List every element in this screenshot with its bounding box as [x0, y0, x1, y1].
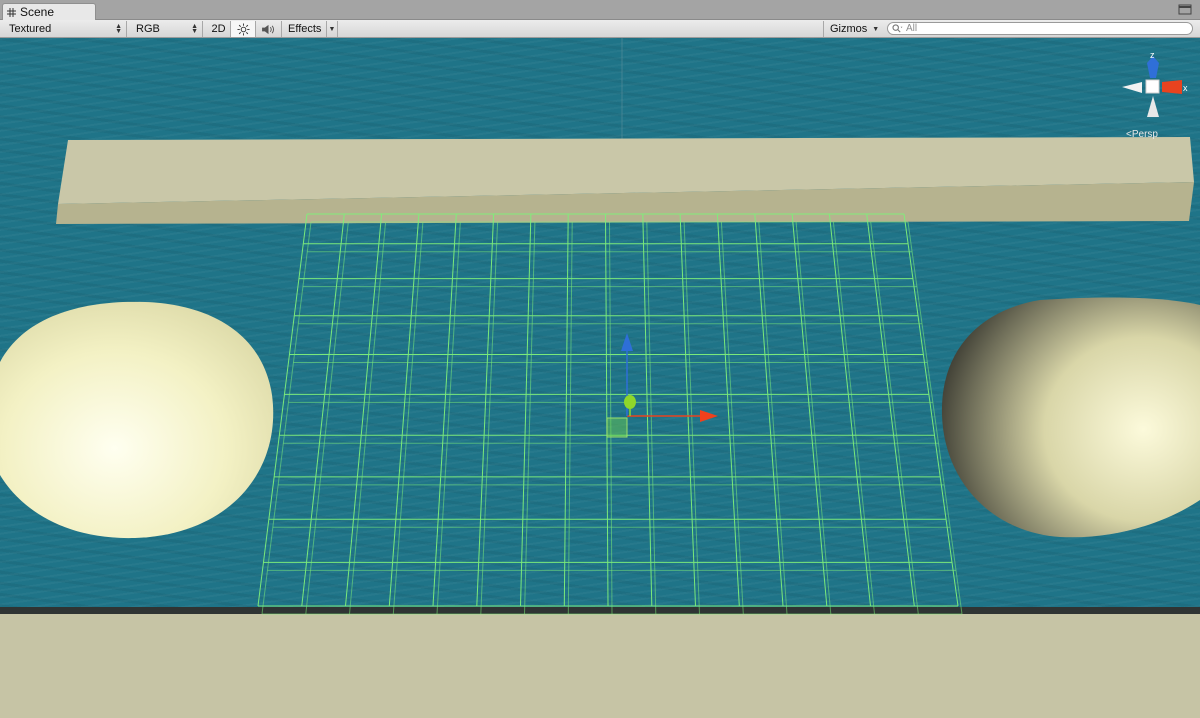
back-wall[interactable] [56, 137, 1194, 224]
chevron-down-icon: ▼ [328, 25, 336, 33]
effects-label: Effects [288, 23, 322, 35]
gizmo-neg-x-cone-icon[interactable] [1122, 82, 1142, 93]
front-wall[interactable] [0, 607, 1200, 718]
projection-label: Persp [1131, 129, 1158, 140]
draw-mode-dropdown[interactable]: Textured ▲ ▼ [0, 21, 127, 37]
scene-canvas: z x [0, 38, 1200, 718]
x-axis-arrow-icon[interactable] [700, 410, 718, 422]
hierarchy-search-field[interactable]: All [887, 22, 1193, 35]
gizmo-neg-z-cone-icon[interactable] [1147, 96, 1159, 117]
speaker-icon [262, 24, 274, 34]
scene-audio-toggle[interactable] [256, 21, 282, 37]
tab-scene[interactable]: Scene [2, 3, 96, 20]
gizmo-center-cube[interactable] [1145, 79, 1160, 94]
search-placeholder: All [906, 23, 918, 34]
gizmo-x-label: x [1183, 83, 1188, 93]
tab-scene-label: Scene [20, 5, 55, 19]
y-axis-handle-icon[interactable] [624, 395, 636, 409]
scene-toolbar: Textured ▲▼ RGB ▲▼ 2D Effects ▼ Gizmos [0, 20, 1200, 38]
orientation-gizmo[interactable]: z x [1122, 50, 1188, 117]
scene-grid-icon [7, 7, 16, 17]
left-sphere[interactable] [0, 301, 274, 539]
dropdown-arrows-icon: ▲ ▼ [115, 23, 122, 35]
gizmo-z-label: z [1150, 50, 1155, 60]
effects-dropdown[interactable]: ▼ [326, 21, 338, 37]
move-tool-gizmo[interactable] [606, 333, 718, 438]
right-sphere[interactable] [941, 297, 1200, 538]
z-axis-arrow-icon[interactable] [621, 333, 633, 351]
wireframe-grid-mesh[interactable] [257, 213, 963, 615]
tab-strip: Scene [0, 0, 1200, 20]
window-menu-icon[interactable] [1178, 4, 1192, 15]
mode-2d-label: 2D [211, 23, 226, 35]
gizmos-dropdown[interactable]: Gizmos ▼ [823, 21, 879, 37]
gizmo-x-cone-icon[interactable] [1162, 80, 1182, 94]
draw-mode-value: Textured [9, 23, 52, 35]
sun-icon [236, 22, 250, 36]
projection-toggle[interactable]: <Persp [1126, 129, 1158, 140]
effects-button[interactable]: Effects [284, 21, 328, 37]
chevron-down-icon: ▼ [872, 25, 880, 33]
search-icon [892, 24, 903, 33]
render-mode-value: RGB [136, 23, 160, 35]
scene-viewport[interactable]: z x <Persp [0, 38, 1200, 718]
gizmos-label: Gizmos [830, 23, 868, 35]
mode-2d-toggle[interactable]: 2D [207, 21, 231, 37]
dropdown-arrows-icon: ▲ ▼ [191, 23, 198, 35]
scene-lighting-toggle[interactable] [231, 21, 256, 37]
render-mode-dropdown[interactable]: RGB ▲ ▼ [128, 21, 203, 37]
